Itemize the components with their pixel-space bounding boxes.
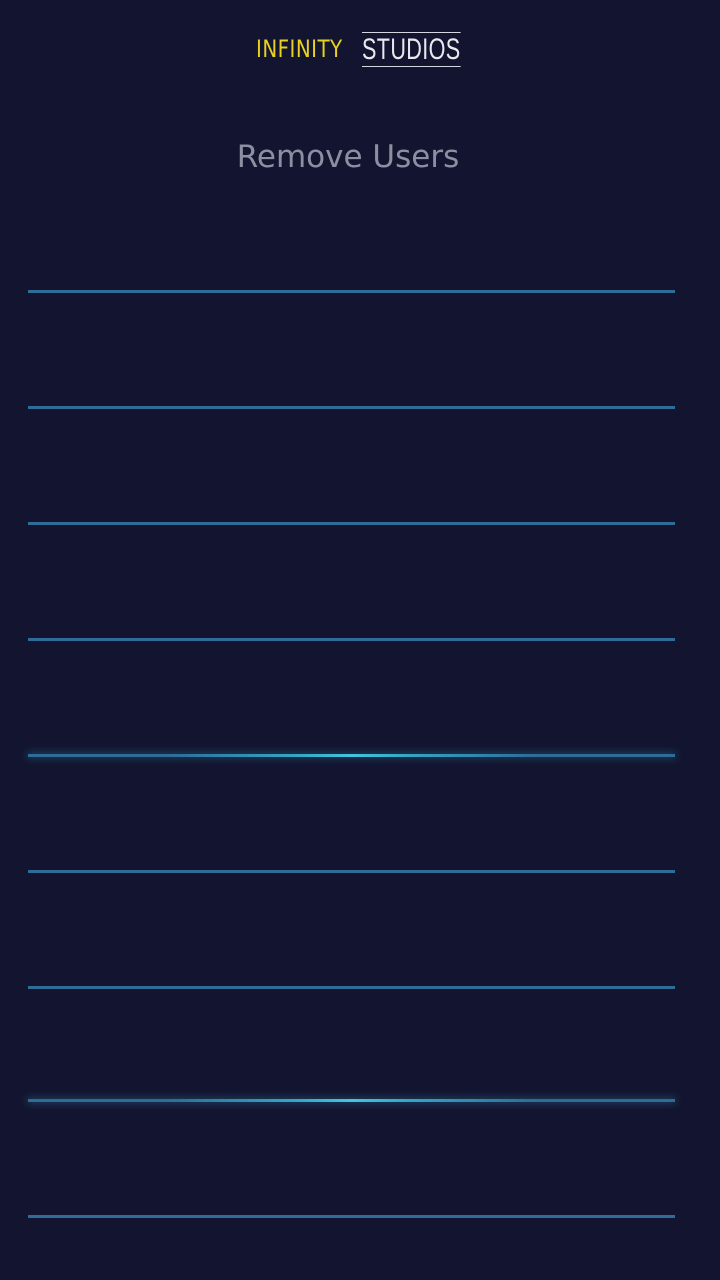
user-list-item-label[interactable]	[28, 941, 675, 981]
user-list-item-label[interactable]	[28, 477, 675, 517]
user-list-item[interactable]	[28, 533, 675, 641]
user-list-item-label[interactable]	[28, 1170, 675, 1210]
user-list-item[interactable]	[28, 301, 675, 409]
row-divider-glow	[28, 754, 675, 757]
row-divider	[28, 290, 675, 293]
user-list	[0, 0, 720, 1280]
user-list-item[interactable]	[28, 765, 675, 873]
row-divider	[28, 1215, 675, 1218]
user-list-item[interactable]	[28, 417, 675, 525]
user-list-item-label[interactable]	[28, 709, 675, 749]
user-list-item-label[interactable]	[28, 1054, 675, 1094]
row-divider-glow	[28, 1099, 675, 1102]
user-list-item[interactable]	[28, 185, 675, 293]
user-list-item[interactable]	[28, 1110, 675, 1218]
user-list-item-label[interactable]	[28, 245, 675, 285]
user-list-item[interactable]	[28, 881, 675, 989]
row-divider	[28, 870, 675, 873]
row-divider	[28, 638, 675, 641]
row-divider	[28, 522, 675, 525]
user-list-item-label[interactable]	[28, 593, 675, 633]
user-list-item[interactable]	[28, 649, 675, 757]
row-divider	[28, 986, 675, 989]
user-list-item-label[interactable]	[28, 825, 675, 865]
row-divider	[28, 406, 675, 409]
user-list-item[interactable]	[28, 994, 675, 1102]
user-list-item-label[interactable]	[28, 361, 675, 401]
